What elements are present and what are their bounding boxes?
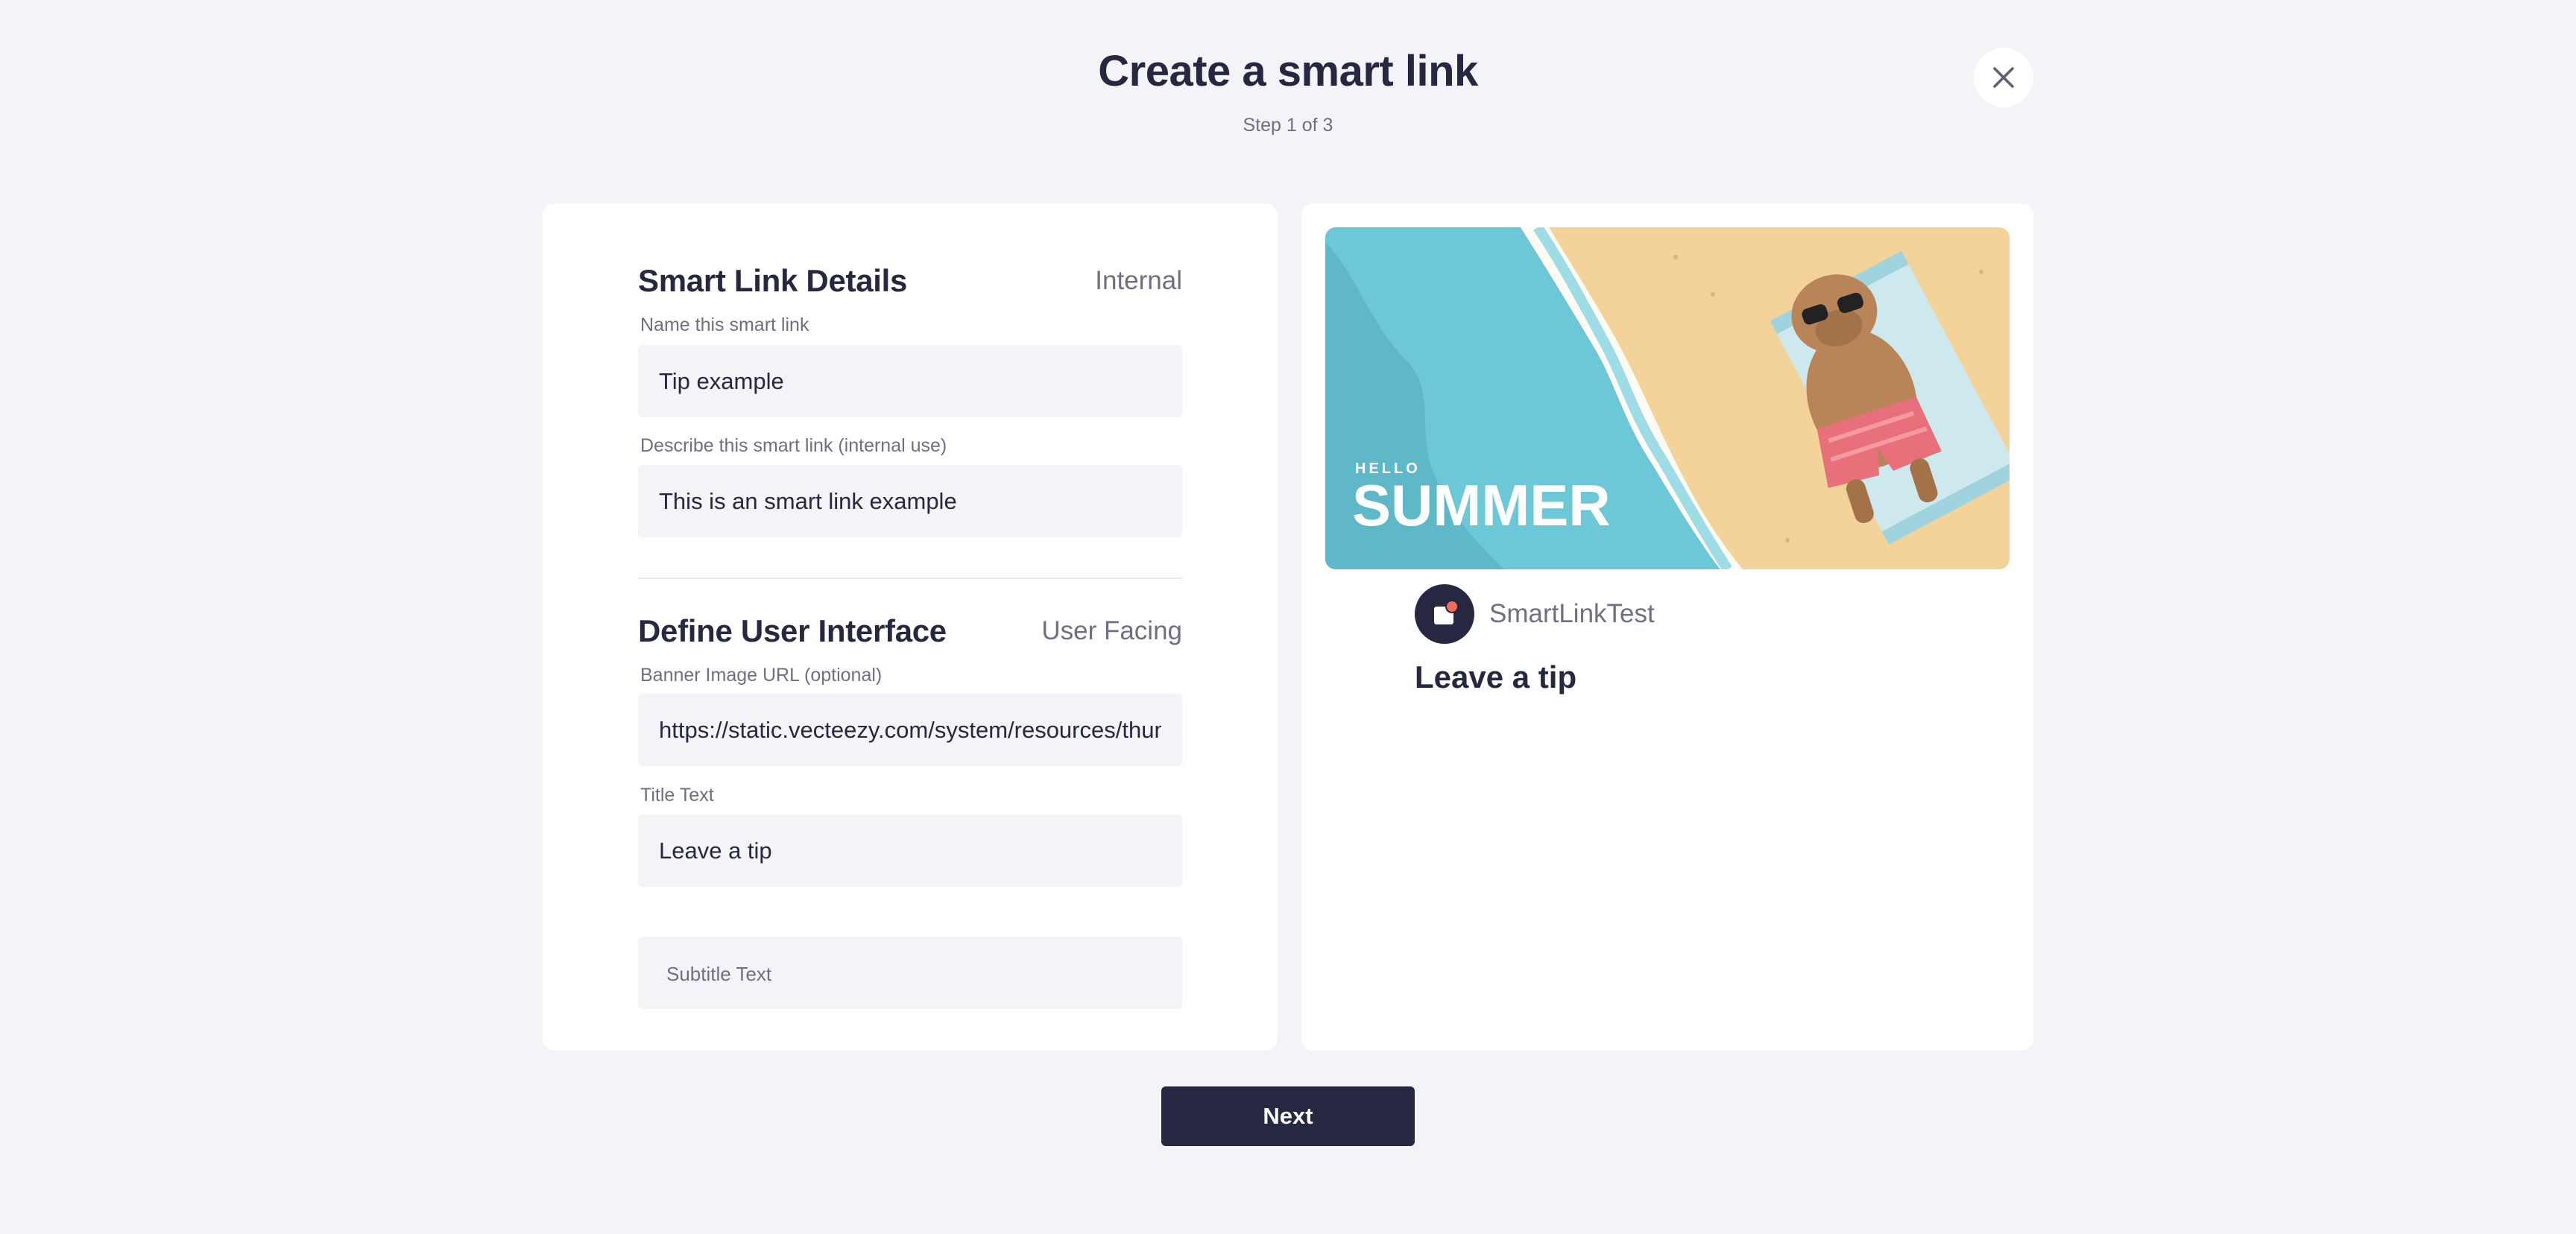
close-button[interactable]	[1974, 48, 2033, 107]
preview-card: HELLO SUMMER SmartLinkTest Leave a tip	[1301, 203, 2033, 1051]
brand-row: SmartLinkTest	[1415, 584, 1655, 644]
internal-tag: Internal	[1095, 266, 1182, 295]
description-input[interactable]	[638, 465, 1182, 537]
banner-summer-text: SUMMER	[1352, 472, 1611, 538]
banner-url-input[interactable]	[638, 694, 1182, 766]
brand-logo-icon	[1434, 600, 1459, 624]
section-divider	[638, 578, 1182, 579]
banner-image: HELLO SUMMER	[1325, 227, 2010, 569]
ui-section-header: Define User Interface User Facing	[638, 613, 1182, 649]
banner-url-field-label: Banner Image URL (optional)	[640, 665, 883, 686]
description-field-label: Describe this smart link (internal use)	[640, 435, 947, 456]
ui-section-title: Define User Interface	[638, 613, 947, 648]
close-icon	[1993, 67, 2014, 88]
user-facing-tag: User Facing	[1041, 616, 1182, 645]
step-indicator: Step 1 of 3	[1243, 115, 1333, 136]
subtitle-text-input[interactable]	[638, 937, 1182, 1009]
avatar	[1415, 584, 1474, 644]
brand-name: SmartLinkTest	[1489, 599, 1655, 628]
name-input[interactable]	[638, 345, 1182, 417]
preview-title: Leave a tip	[1415, 659, 1577, 694]
form-card: Smart Link Details Internal Name this sm…	[543, 203, 1278, 1051]
title-text-field-label: Title Text	[640, 785, 714, 806]
details-section-header: Smart Link Details Internal	[638, 263, 1182, 299]
page-title: Create a smart link	[1098, 47, 1478, 95]
name-field-label: Name this smart link	[640, 314, 809, 335]
title-text-input[interactable]	[638, 814, 1182, 887]
summer-banner-illustration: HELLO SUMMER	[1325, 227, 2010, 569]
details-section-title: Smart Link Details	[638, 263, 908, 298]
next-button[interactable]: Next	[1161, 1086, 1415, 1146]
